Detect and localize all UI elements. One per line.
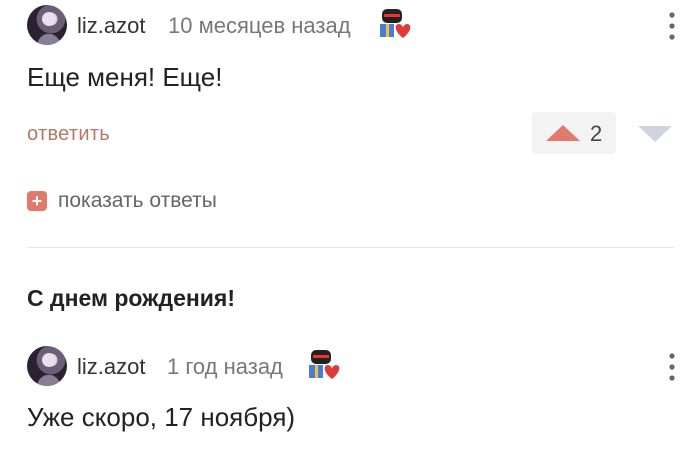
plus-icon: +	[27, 191, 47, 211]
gift-heart-badge-icon[interactable]	[377, 7, 413, 43]
username[interactable]: liz.azot	[77, 13, 145, 39]
triangle-up-icon	[546, 125, 580, 141]
comment-text: Уже скоро, 17 ноября)	[27, 402, 296, 432]
show-replies-label: показать ответы	[58, 189, 217, 212]
more-menu-icon[interactable]	[667, 352, 677, 382]
avatar[interactable]	[27, 346, 67, 386]
username[interactable]: liz.azot	[77, 354, 145, 380]
comment-text: Еще меня! Еще!	[27, 62, 223, 92]
downvote-button[interactable]	[628, 112, 684, 154]
timestamp[interactable]: 10 месяцев назад	[168, 13, 351, 39]
gift-heart-badge-icon[interactable]	[306, 348, 342, 384]
more-menu-icon[interactable]	[667, 11, 677, 41]
section-title: С днем рождения!	[27, 285, 235, 311]
divider	[27, 247, 674, 248]
avatar[interactable]	[27, 5, 67, 45]
upvote-button[interactable]: 2	[532, 112, 616, 154]
reply-link[interactable]: ответить	[27, 123, 110, 146]
comment-header: liz.azot 1 год назад	[27, 346, 677, 386]
triangle-down-icon	[638, 126, 672, 142]
timestamp[interactable]: 1 год назад	[167, 354, 283, 380]
vote-count: 2	[590, 121, 603, 146]
comment-header: liz.azot 10 месяцев назад	[27, 5, 677, 45]
